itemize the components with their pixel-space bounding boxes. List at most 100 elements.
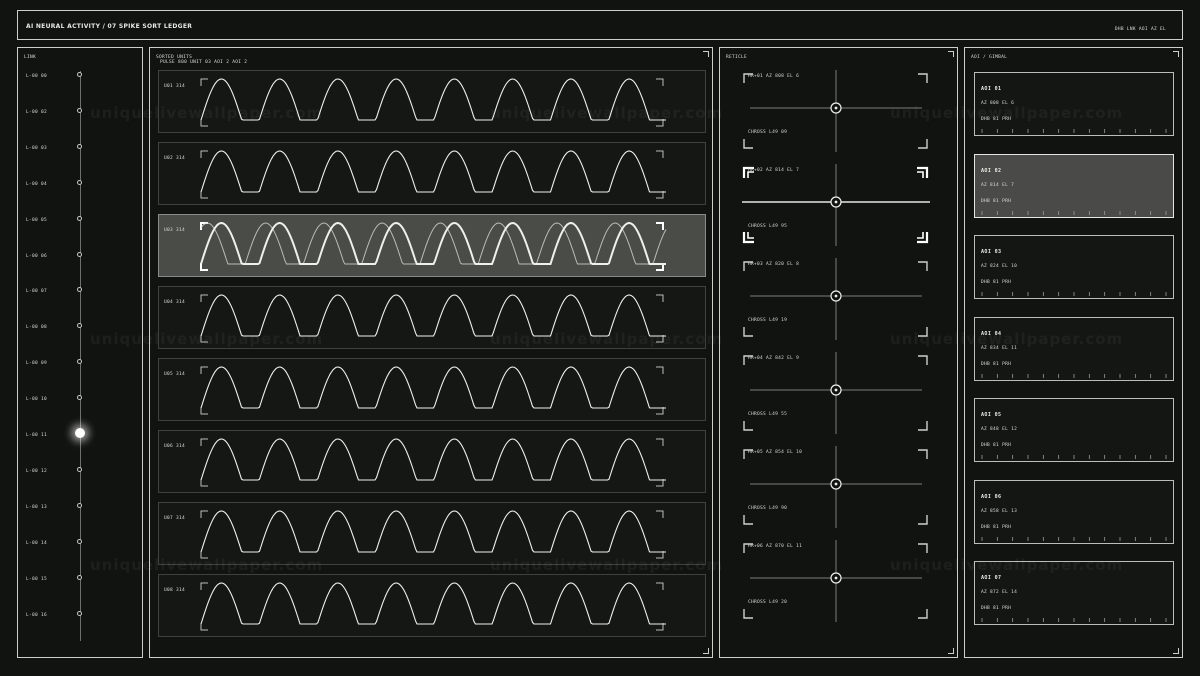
link-item[interactable]: L-00 08	[18, 323, 144, 361]
aoi-tick-scale	[981, 210, 1167, 215]
unit-row[interactable]: U06 314	[158, 430, 706, 493]
link-item[interactable]: L-00 11	[18, 431, 144, 469]
link-item[interactable]: L-00 15	[18, 574, 144, 613]
reticle-bracket	[743, 139, 753, 149]
reticle-panel: RETICLE HR+01 AZ 808 EL 6 CHROSS L49 09 HR…	[719, 47, 958, 658]
reticle-cell[interactable]: HR+03 AZ 820 EL 8 CHROSS L49 19	[736, 258, 943, 340]
reticle-bracket	[918, 421, 928, 431]
link-item-label: L-00 09	[26, 361, 48, 367]
link-node-icon	[77, 359, 82, 365]
unit-waveform	[200, 582, 666, 631]
link-item[interactable]: L-00 06	[18, 251, 144, 290]
reticle-graphic	[742, 164, 930, 246]
panel-corner-mark	[948, 648, 954, 654]
sorted-panel-subtitle: PULSE 800 UNIT 03 AOI 2 AOI 2	[160, 60, 248, 65]
link-item-label: L-00 13	[26, 504, 48, 510]
active-link-glow	[75, 428, 85, 438]
aoi-tick-scale	[981, 455, 1167, 459]
unit-row[interactable]: U04 314	[158, 286, 706, 349]
aoi-coords: AZ 814 EL 7	[981, 182, 1015, 188]
aoi-card[interactable]: AOI 07 AZ 872 EL 14 DHB 81 PRH	[974, 561, 1174, 625]
aoi-coords: AZ 858 EL 13	[981, 508, 1018, 514]
aoi-status: DHB 81 PRH	[981, 443, 1012, 448]
bracket-corner	[200, 510, 208, 518]
link-item[interactable]: L-00 09	[18, 359, 144, 397]
link-item-label: L-00 12	[26, 468, 48, 474]
link-item[interactable]: L-00 04	[18, 179, 144, 218]
waveform-trace	[200, 510, 666, 553]
crosshair-dot	[834, 200, 838, 204]
reticle-top-label: HR+05 AZ 854 EL 10	[748, 450, 803, 455]
aoi-id: AOI 06	[981, 493, 1002, 500]
link-item[interactable]: L-00 14	[18, 538, 144, 577]
reticle-cell[interactable]: HR+01 AZ 808 EL 6 CHROSS L49 09	[736, 70, 943, 152]
aoi-card[interactable]: AOI 04 AZ 834 EL 11 DHB 81 PRH	[974, 316, 1174, 381]
link-item[interactable]: L-00 12	[18, 466, 144, 505]
link-item-label: L-00 15	[26, 576, 48, 582]
reticle-graphic	[743, 258, 928, 340]
link-node-icon	[77, 107, 82, 113]
link-node-icon	[77, 251, 82, 257]
link-item[interactable]: L-00 16	[18, 610, 144, 649]
aoi-card[interactable]: AOI 02 AZ 814 EL 7 DHB 81 PRH	[974, 153, 1174, 218]
link-item[interactable]: L-00 05	[18, 215, 144, 254]
bracket-corner	[200, 119, 208, 127]
aoi-status: DHB 81 PRH	[981, 361, 1012, 367]
reticle-bracket-inner	[917, 171, 924, 178]
reticle-bottom-label: CHROSS L49 90	[748, 506, 788, 511]
reticle-cell[interactable]: HR+04 AZ 842 EL 9 CHROSS L49 55	[736, 352, 943, 434]
reticle-cell[interactable]: HR+06 AZ 870 EL 11 CHROSS L49 20	[736, 540, 943, 622]
reticle-bracket-inner	[917, 232, 924, 239]
waveform-trace	[200, 78, 666, 121]
reticle-bracket	[918, 449, 928, 459]
reticle-bracket-inner	[747, 232, 754, 239]
panel-corner-mark	[1173, 648, 1179, 654]
aoi-card[interactable]: AOI 03 AZ 824 EL 10 DHB 81 PRH	[974, 235, 1174, 299]
reticle-cell[interactable]: HR+05 AZ 854 EL 10 CHROSS L49 90	[736, 446, 943, 528]
reticle-bottom-label: CHROSS L49 95	[748, 224, 788, 229]
aoi-tick-scale	[981, 536, 1167, 541]
link-item[interactable]: L-00 03	[18, 143, 144, 182]
reticle-cell[interactable]: HR+02 AZ 814 EL 7 CHROSS L49 95	[736, 164, 943, 246]
link-item-label: L-00 03	[26, 145, 48, 151]
link-item-label: L-00 02	[26, 109, 48, 115]
reticle-bottom-label: CHROSS L49 20	[748, 600, 788, 605]
aoi-card[interactable]: AOI 05 AZ 848 EL 12 DHB 81 PRH	[974, 398, 1174, 462]
crosshair-dot	[834, 482, 838, 486]
link-item[interactable]: L-00 00	[18, 72, 144, 110]
link-item[interactable]: L-00 02	[18, 107, 144, 146]
link-node-icon	[77, 502, 82, 508]
link-item-label: L-00 11	[26, 433, 48, 438]
aoi-card[interactable]: AOI 01 AZ 808 EL 6 DHB 81 PRH	[974, 72, 1174, 136]
crosshair-dot	[834, 576, 838, 580]
unit-row[interactable]: U02 314	[158, 142, 706, 205]
reticle-bottom-label: CHROSS L49 55	[748, 412, 788, 417]
aoi-card[interactable]: AOI 06 AZ 858 EL 13 DHB 81 PRH	[974, 479, 1174, 544]
link-node-icon	[77, 610, 82, 616]
aoi-coords: AZ 808 EL 6	[981, 101, 1015, 106]
unit-row[interactable]: U08 314	[158, 574, 706, 637]
waveform-trace	[200, 150, 666, 193]
link-node-icon	[77, 143, 82, 149]
waveform-trace	[200, 366, 666, 409]
reticle-bottom-label: CHROSS L49 19	[748, 318, 788, 323]
link-item-label: L-00 14	[26, 540, 48, 546]
reticle-bracket	[743, 327, 753, 337]
unit-row[interactable]: U01 314	[158, 70, 706, 133]
link-panel: LINK L-00 00 L-00 02 L-00 03 L-00 04 L-00 05…	[17, 47, 143, 658]
page-title: AI NEURAL ACTIVITY / 07 SPIKE SORT LEDGE…	[26, 23, 193, 30]
aoi-status: DHB 81 PRH	[981, 117, 1012, 122]
link-node-icon	[77, 395, 82, 401]
bracket-corner	[200, 335, 208, 343]
unit-row[interactable]: U07 314	[158, 502, 706, 565]
link-item[interactable]: L-00 13	[18, 502, 144, 541]
bracket-corner	[200, 191, 208, 199]
crosshair-dot	[834, 388, 838, 392]
unit-waveform	[200, 366, 666, 415]
unit-row[interactable]: U05 314	[158, 358, 706, 421]
aoi-gimbal-panel: AOI / GIMBAL AOI 01 AZ 808 EL 6 DHB 81 PRH…	[964, 47, 1183, 658]
unit-row[interactable]: U03 314	[158, 214, 706, 277]
link-item[interactable]: L-00 07	[18, 287, 144, 325]
reticle-bracket	[918, 139, 928, 149]
reticle-bottom-label: CHROSS L49 09	[748, 130, 788, 135]
